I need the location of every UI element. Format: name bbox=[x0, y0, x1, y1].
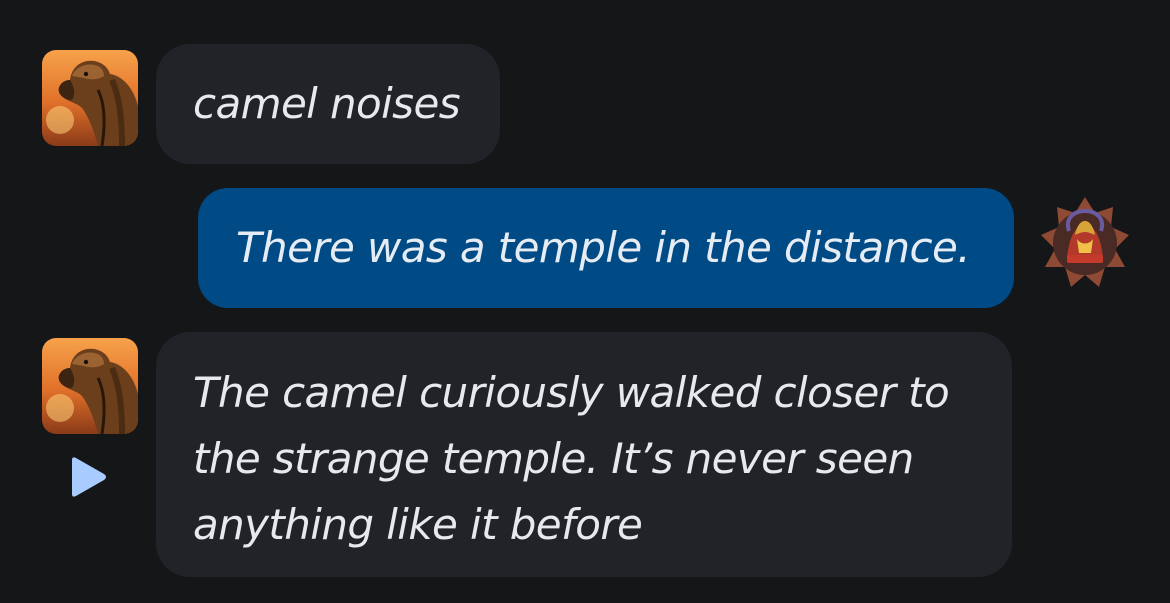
message-bubble-user: There was a temple in the distance. bbox=[198, 188, 1014, 308]
message-text: camel noises bbox=[193, 79, 461, 128]
play-button[interactable] bbox=[66, 454, 110, 500]
message-bubble-bot: The camel curiously walked closer to the… bbox=[156, 332, 1012, 577]
camel-image bbox=[42, 338, 138, 434]
camel-avatar[interactable] bbox=[42, 338, 138, 434]
user-emblem-avatar[interactable] bbox=[1037, 195, 1133, 291]
camel-avatar[interactable] bbox=[42, 50, 138, 146]
play-icon bbox=[72, 457, 106, 497]
emblem-image bbox=[1041, 197, 1129, 287]
camel-image bbox=[42, 50, 138, 146]
message-text: There was a temple in the distance. bbox=[236, 223, 971, 272]
message-text: The camel curiously walked closer to the… bbox=[193, 368, 950, 549]
message-bubble-bot: camel noises bbox=[156, 44, 500, 164]
